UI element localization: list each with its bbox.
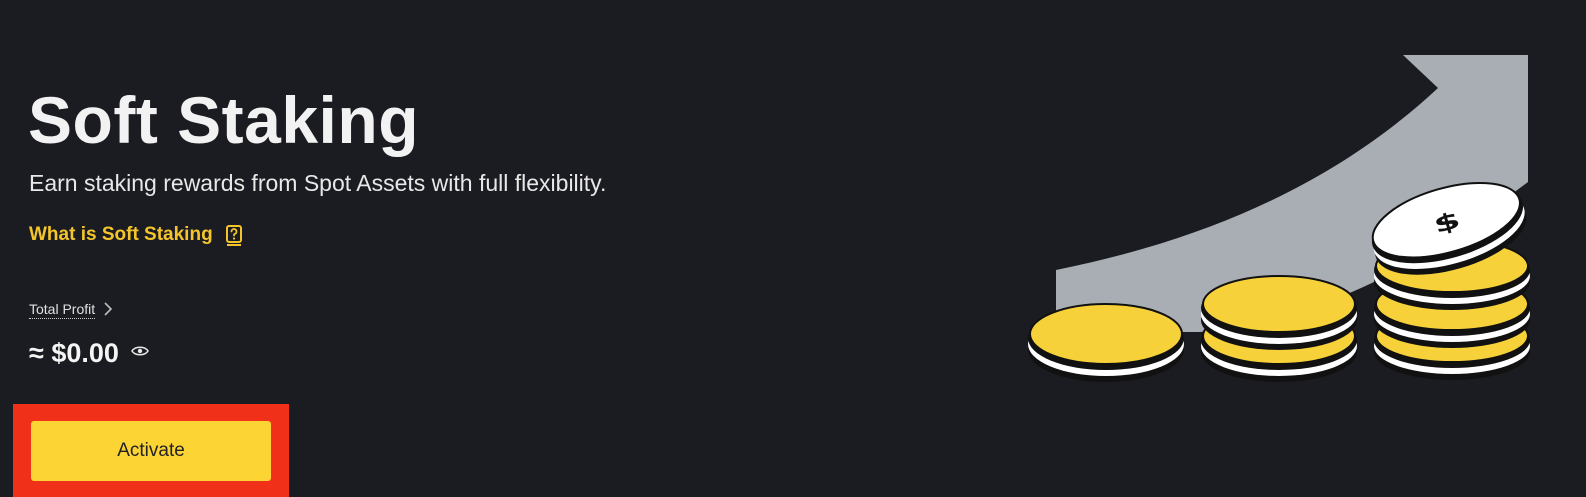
total-profit-label: Total Profit <box>29 301 96 319</box>
activate-button[interactable]: Activate <box>31 421 271 481</box>
total-profit-value: ≈ $0.00 <box>29 338 119 368</box>
page-subtitle: Earn staking rewards from Spot Assets wi… <box>29 170 607 196</box>
what-is-soft-staking-link[interactable]: What is Soft Staking <box>29 224 243 246</box>
soft-staking-banner: Soft Staking Earn staking rewards from S… <box>0 0 1586 497</box>
total-profit-row: ≈ $0.00 <box>29 338 149 369</box>
chevron-right-icon <box>103 301 113 319</box>
coin-stacks-growth-illustration: $ <box>1020 50 1550 390</box>
what-is-soft-staking-label: What is Soft Staking <box>29 224 213 245</box>
page-title: Soft Staking <box>28 83 420 157</box>
total-profit-toggle[interactable]: Total Profit <box>29 301 113 319</box>
eye-icon[interactable] <box>131 344 149 363</box>
question-book-icon <box>225 224 243 246</box>
